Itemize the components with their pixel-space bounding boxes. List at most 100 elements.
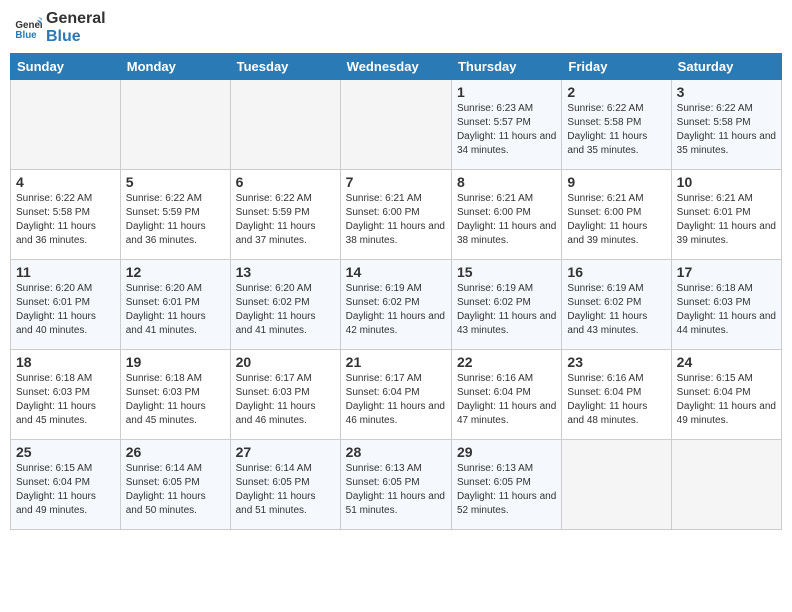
- day-info: Sunrise: 6:18 AMSunset: 6:03 PMDaylight:…: [16, 372, 115, 428]
- day-number: 1: [457, 84, 556, 100]
- calendar-cell: 27 Sunrise: 6:14 AMSunset: 6:05 PMDayligh…: [230, 440, 340, 530]
- day-info: Sunrise: 6:16 AMSunset: 6:04 PMDaylight:…: [567, 372, 665, 428]
- calendar-cell: 8 Sunrise: 6:21 AMSunset: 6:00 PMDaylight…: [451, 170, 561, 260]
- calendar-cell: 4 Sunrise: 6:22 AMSunset: 5:58 PMDaylight…: [11, 170, 121, 260]
- calendar-cell: 19 Sunrise: 6:18 AMSunset: 6:03 PMDayligh…: [120, 350, 230, 440]
- day-number: 4: [16, 174, 115, 190]
- day-info: Sunrise: 6:14 AMSunset: 6:05 PMDaylight:…: [236, 462, 335, 518]
- calendar-header: SundayMondayTuesdayWednesdayThursdayFrid…: [11, 54, 782, 80]
- day-info: Sunrise: 6:14 AMSunset: 6:05 PMDaylight:…: [126, 462, 225, 518]
- calendar-cell: 17Sunrise: 6:18 AMSunset: 6:03 PMDayligh…: [671, 260, 781, 350]
- page-header: General Blue General Blue: [10, 10, 782, 45]
- day-info: Sunrise: 6:23 AMSunset: 5:57 PMDaylight:…: [457, 102, 556, 158]
- day-info: Sunrise: 6:22 AMSunset: 5:58 PMDaylight:…: [677, 102, 776, 158]
- calendar-week-row: 4 Sunrise: 6:22 AMSunset: 5:58 PMDaylight…: [11, 170, 782, 260]
- weekday-header: Sunday: [11, 54, 121, 80]
- day-info: Sunrise: 6:19 AMSunset: 6:02 PMDaylight:…: [346, 282, 446, 338]
- day-number: 24: [677, 354, 776, 370]
- calendar-cell: 11Sunrise: 6:20 AMSunset: 6:01 PMDayligh…: [11, 260, 121, 350]
- day-info: Sunrise: 6:21 AMSunset: 6:00 PMDaylight:…: [346, 192, 446, 248]
- logo-general: General: [46, 10, 106, 28]
- calendar-cell: 22 Sunrise: 6:16 AMSunset: 6:04 PMDayligh…: [451, 350, 561, 440]
- day-info: Sunrise: 6:18 AMSunset: 6:03 PMDaylight:…: [126, 372, 225, 428]
- calendar-cell: 14 Sunrise: 6:19 AMSunset: 6:02 PMDayligh…: [340, 260, 451, 350]
- day-number: 11: [16, 264, 115, 280]
- calendar-cell: [11, 80, 121, 170]
- day-number: 7: [346, 174, 446, 190]
- day-info: Sunrise: 6:13 AMSunset: 6:05 PMDaylight:…: [346, 462, 446, 518]
- day-number: 22: [457, 354, 556, 370]
- day-number: 28: [346, 444, 446, 460]
- logo: General Blue General Blue: [14, 10, 106, 45]
- day-info: Sunrise: 6:21 AMSunset: 6:00 PMDaylight:…: [567, 192, 665, 248]
- weekday-header: Monday: [120, 54, 230, 80]
- day-number: 26: [126, 444, 225, 460]
- day-number: 25: [16, 444, 115, 460]
- day-number: 29: [457, 444, 556, 460]
- day-number: 27: [236, 444, 335, 460]
- calendar-cell: 15 Sunrise: 6:19 AMSunset: 6:02 PMDayligh…: [451, 260, 561, 350]
- calendar-cell: 23Sunrise: 6:16 AMSunset: 6:04 PMDayligh…: [562, 350, 671, 440]
- day-info: Sunrise: 6:16 AMSunset: 6:04 PMDaylight:…: [457, 372, 556, 428]
- weekday-header: Friday: [562, 54, 671, 80]
- day-info: Sunrise: 6:19 AMSunset: 6:02 PMDaylight:…: [457, 282, 556, 338]
- day-info: Sunrise: 6:22 AMSunset: 5:58 PMDaylight:…: [567, 102, 665, 158]
- day-number: 20: [236, 354, 335, 370]
- day-number: 19: [126, 354, 225, 370]
- day-info: Sunrise: 6:20 AMSunset: 6:01 PMDaylight:…: [126, 282, 225, 338]
- calendar-cell: 29Sunrise: 6:13 AMSunset: 6:05 PMDayligh…: [451, 440, 561, 530]
- calendar-cell: [340, 80, 451, 170]
- day-number: 9: [567, 174, 665, 190]
- calendar-table: SundayMondayTuesdayWednesdayThursdayFrid…: [10, 53, 782, 530]
- weekday-header: Wednesday: [340, 54, 451, 80]
- day-number: 14: [346, 264, 446, 280]
- calendar-cell: 18 Sunrise: 6:18 AMSunset: 6:03 PMDayligh…: [11, 350, 121, 440]
- calendar-week-row: 18 Sunrise: 6:18 AMSunset: 6:03 PMDayligh…: [11, 350, 782, 440]
- day-info: Sunrise: 6:21 AMSunset: 6:00 PMDaylight:…: [457, 192, 556, 248]
- calendar-cell: [671, 440, 781, 530]
- day-number: 3: [677, 84, 776, 100]
- day-number: 13: [236, 264, 335, 280]
- logo-blue: Blue: [46, 28, 106, 46]
- calendar-cell: 28 Sunrise: 6:13 AMSunset: 6:05 PMDayligh…: [340, 440, 451, 530]
- day-info: Sunrise: 6:22 AMSunset: 5:58 PMDaylight:…: [16, 192, 115, 248]
- calendar-cell: 9 Sunrise: 6:21 AMSunset: 6:00 PMDaylight…: [562, 170, 671, 260]
- calendar-cell: 10 Sunrise: 6:21 AMSunset: 6:01 PMDayligh…: [671, 170, 781, 260]
- day-number: 12: [126, 264, 225, 280]
- calendar-cell: 3 Sunrise: 6:22 AMSunset: 5:58 PMDaylight…: [671, 80, 781, 170]
- calendar-cell: 25 Sunrise: 6:15 AMSunset: 6:04 PMDayligh…: [11, 440, 121, 530]
- calendar-cell: 12 Sunrise: 6:20 AMSunset: 6:01 PMDayligh…: [120, 260, 230, 350]
- calendar-week-row: 25 Sunrise: 6:15 AMSunset: 6:04 PMDayligh…: [11, 440, 782, 530]
- calendar-body: 1 Sunrise: 6:23 AMSunset: 5:57 PMDaylight…: [11, 80, 782, 530]
- day-number: 21: [346, 354, 446, 370]
- day-info: Sunrise: 6:19 AMSunset: 6:02 PMDaylight:…: [567, 282, 665, 338]
- calendar-cell: 6Sunrise: 6:22 AMSunset: 5:59 PMDaylight…: [230, 170, 340, 260]
- weekday-header: Tuesday: [230, 54, 340, 80]
- day-info: Sunrise: 6:17 AMSunset: 6:04 PMDaylight:…: [346, 372, 446, 428]
- day-info: Sunrise: 6:20 AMSunset: 6:02 PMDaylight:…: [236, 282, 335, 338]
- calendar-week-row: 1 Sunrise: 6:23 AMSunset: 5:57 PMDaylight…: [11, 80, 782, 170]
- header-row: SundayMondayTuesdayWednesdayThursdayFrid…: [11, 54, 782, 80]
- calendar-cell: [562, 440, 671, 530]
- calendar-cell: 24Sunrise: 6:15 AMSunset: 6:04 PMDayligh…: [671, 350, 781, 440]
- day-number: 5: [126, 174, 225, 190]
- calendar-cell: 1 Sunrise: 6:23 AMSunset: 5:57 PMDaylight…: [451, 80, 561, 170]
- day-number: 6: [236, 174, 335, 190]
- day-info: Sunrise: 6:18 AMSunset: 6:03 PMDaylight:…: [677, 282, 776, 338]
- weekday-header: Saturday: [671, 54, 781, 80]
- day-number: 15: [457, 264, 556, 280]
- day-number: 8: [457, 174, 556, 190]
- day-number: 16: [567, 264, 665, 280]
- day-info: Sunrise: 6:22 AMSunset: 5:59 PMDaylight:…: [126, 192, 225, 248]
- calendar-cell: 21 Sunrise: 6:17 AMSunset: 6:04 PMDayligh…: [340, 350, 451, 440]
- calendar-cell: 7 Sunrise: 6:21 AMSunset: 6:00 PMDaylight…: [340, 170, 451, 260]
- calendar-cell: [230, 80, 340, 170]
- day-info: Sunrise: 6:21 AMSunset: 6:01 PMDaylight:…: [677, 192, 776, 248]
- day-number: 18: [16, 354, 115, 370]
- calendar-cell: 2 Sunrise: 6:22 AMSunset: 5:58 PMDaylight…: [562, 80, 671, 170]
- calendar-week-row: 11 Sunrise: 6:20 AMSunset: 6:01 PMDayligh…: [11, 260, 782, 350]
- day-info: Sunrise: 6:15 AMSunset: 6:04 PMDaylight:…: [16, 462, 115, 518]
- calendar-cell: 16 Sunrise: 6:19 AMSunset: 6:02 PMDayligh…: [562, 260, 671, 350]
- day-number: 2: [567, 84, 665, 100]
- day-number: 10: [677, 174, 776, 190]
